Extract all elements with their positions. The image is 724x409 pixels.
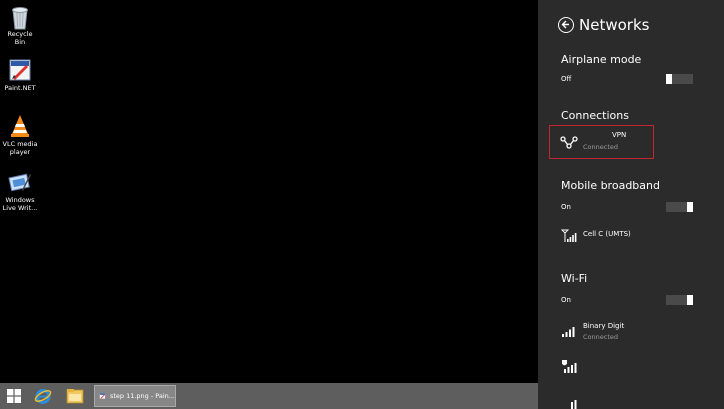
connections-heading: Connections [561, 109, 629, 122]
taskbar: step 11.png - Pain... [0, 383, 538, 409]
wifi-network-name: Binary Digit [583, 322, 625, 330]
wifi-network-item[interactable]: Binary Digit Connected [561, 321, 691, 345]
desktop-icon-label: VLC media player [2, 140, 38, 156]
wifi-signal-icon [562, 327, 575, 337]
airplane-mode-heading: Airplane mode [561, 53, 642, 66]
wifi-state: On [561, 296, 571, 304]
wifi-network-item-secured[interactable] [561, 358, 581, 374]
mobile-broadband-heading: Mobile broadband [561, 179, 660, 192]
vpn-status: Connected [583, 143, 619, 151]
mobile-network-name: Cell C (UMTS) [583, 230, 631, 238]
wifi-signal-secured-icon [562, 360, 577, 373]
mobile-broadband-toggle[interactable] [666, 202, 693, 212]
desktop-icon-recycle-bin[interactable]: Recycle Bin [2, 4, 38, 46]
start-button[interactable] [4, 385, 24, 407]
airplane-mode-toggle[interactable] [666, 74, 693, 84]
desktop-icon-windows-live-writer[interactable]: Windows Live Writ... [2, 170, 38, 212]
vpn-name: VPN [612, 131, 627, 139]
networks-panel: Networks Airplane mode Off Connections V… [538, 0, 724, 409]
wifi-heading: Wi-Fi [561, 272, 588, 285]
vlc-icon [8, 114, 32, 138]
desktop: Recycle Bin Paint.NET VLC media player W… [0, 0, 538, 383]
cellular-signal-icon [561, 229, 577, 242]
toggle-thumb [687, 295, 693, 305]
task-label: step 11.png - Pain... [109, 392, 175, 400]
file-explorer-icon [66, 389, 84, 404]
desktop-icon-paint-net[interactable]: Paint.NET [2, 58, 38, 92]
mobile-network-item[interactable]: Cell C (UMTS) [561, 227, 691, 245]
windows-logo-icon [7, 389, 21, 403]
paint-net-icon [99, 392, 106, 400]
taskbar-task-paint-net[interactable]: step 11.png - Pain... [94, 385, 176, 407]
back-arrow-icon [561, 20, 569, 29]
mobile-broadband-state: On [561, 203, 571, 211]
desktop-icon-label: Recycle Bin [7, 30, 33, 46]
file-explorer-button[interactable] [64, 385, 86, 407]
desktop-icon-label: Windows Live Writ... [2, 196, 38, 212]
internet-explorer-icon [34, 389, 52, 404]
wifi-network-item-partial[interactable] [561, 396, 581, 409]
desktop-icon-label: Paint.NET [4, 84, 36, 92]
toggle-thumb [666, 74, 672, 84]
toggle-thumb [687, 202, 693, 212]
vpn-connection-item[interactable]: VPN Connected [549, 125, 654, 159]
wifi-network-status: Connected [583, 333, 619, 341]
windows-live-writer-icon [8, 170, 32, 194]
desktop-icon-vlc[interactable]: VLC media player [2, 114, 38, 156]
wifi-signal-icon [571, 400, 577, 409]
recycle-bin-icon [8, 4, 32, 30]
panel-header: Networks [558, 16, 649, 34]
vpn-icon [560, 136, 578, 149]
internet-explorer-button[interactable] [32, 385, 54, 407]
paint-net-icon [8, 58, 32, 82]
wifi-toggle[interactable] [666, 295, 693, 305]
panel-title: Networks [579, 16, 650, 34]
back-button[interactable] [558, 17, 574, 33]
airplane-mode-state: Off [561, 75, 572, 83]
